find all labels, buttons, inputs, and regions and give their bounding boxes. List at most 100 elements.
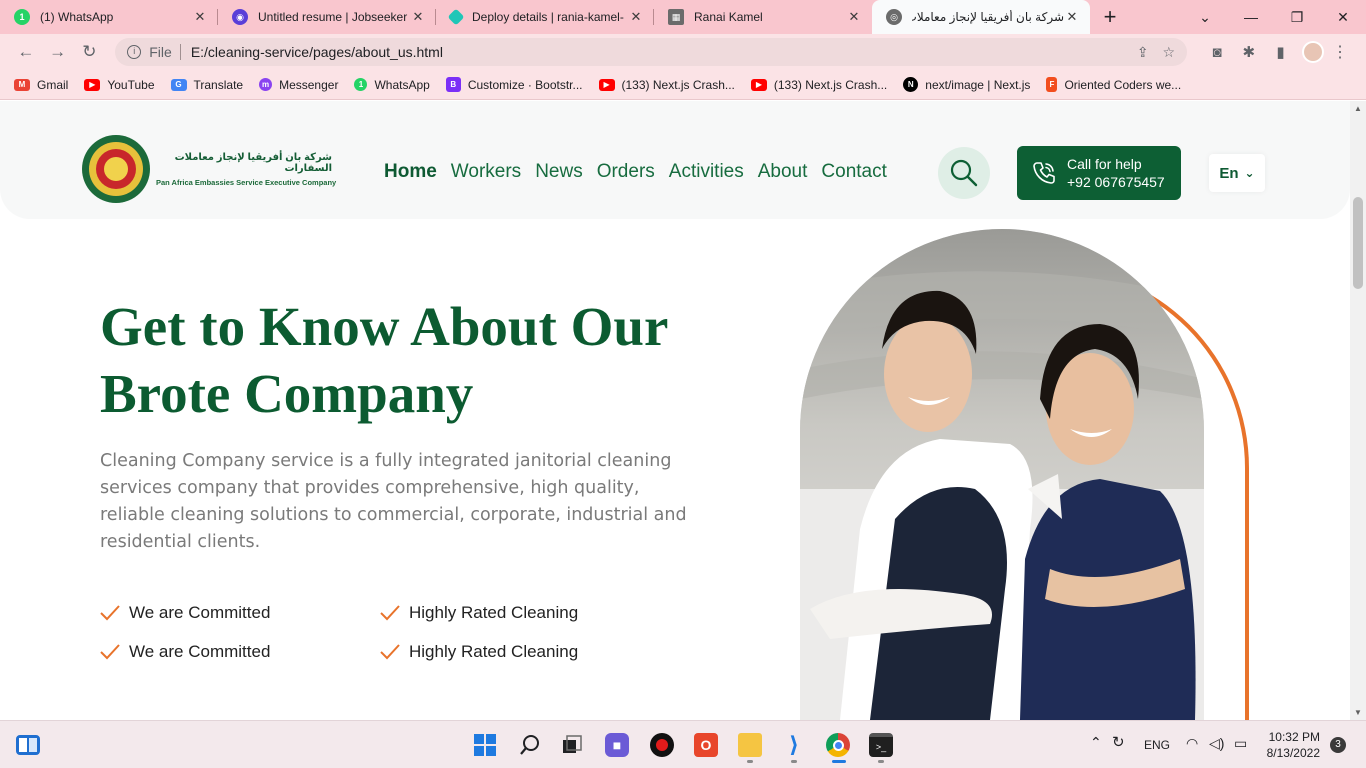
reload-icon[interactable]: ↻ [74,42,106,62]
running-indicator-active [832,760,846,763]
new-tab-button[interactable]: + [1090,4,1130,30]
feature-label: Highly Rated Cleaning [409,602,579,622]
widgets-icon[interactable] [16,735,40,755]
close-tab-icon[interactable]: ✕ [410,9,426,25]
url-divider [179,44,181,60]
bookmark-bootstrap[interactable]: B Customize · Bootstr... [445,77,583,92]
bookmark-label: Translate [193,77,244,92]
hero-title-line-1: Get to Know About Our [100,296,669,357]
vertical-scrollbar[interactable]: ▲ ▼ [1350,101,1366,720]
bookmark-next-image[interactable]: Nnext/image | Next.js [903,77,1030,92]
minimize-button[interactable]: — [1228,9,1274,25]
restore-button[interactable]: ❐ [1274,9,1320,26]
clock-date: 8/13/2022 [1266,746,1320,760]
address-bar[interactable]: i File E:/cleaning-service/pages/about_u… [115,38,1188,66]
bookmark-label: Messenger [279,77,339,92]
office-icon[interactable]: O [694,733,718,757]
tab-title: Untitled resume | Jobseeker [258,10,408,24]
url-text[interactable]: E:/cleaning-service/pages/about_us.html [191,44,1123,60]
notification-badge[interactable]: 3 [1330,737,1346,753]
tab-search-icon[interactable]: ⌄ [1182,9,1228,26]
more-menu-icon[interactable]: ⋮ [1324,42,1356,62]
chevron-up-icon[interactable]: ⌃ [1090,734,1102,751]
bookmark-translate[interactable]: G Translate [170,77,244,92]
bookmark-gmail[interactable]: M Gmail [14,78,68,92]
volume-icon[interactable]: ◁) [1209,735,1224,752]
call-number: +92 067675457 [1067,174,1165,190]
nav-link-workers[interactable]: Workers [451,161,521,183]
hero-photo-cleaners [800,229,1204,720]
hero-title: Get to Know About Our Brote Company [100,293,720,427]
nav-link-news[interactable]: News [535,161,583,183]
close-tab-icon[interactable]: ✕ [846,9,862,25]
wifi-icon[interactable]: ◠ [1186,735,1198,752]
company-logo[interactable]: شركة بان أفريقيا لإنجاز معاملات السفارات… [82,135,336,203]
battery-icon[interactable]: ▭ [1234,735,1247,752]
search-button[interactable] [938,147,990,199]
camera-icon[interactable]: ◙ [1201,44,1233,61]
side-panel-icon[interactable]: ▮ [1265,43,1297,61]
close-tab-icon[interactable]: ✕ [628,9,644,25]
feature-item: Highly Rated Cleaning [380,642,660,662]
terminal-icon[interactable]: >_ [869,733,893,757]
logo-inner [96,149,136,189]
back-arrow-icon[interactable]: ← [10,42,42,62]
bookmark-whatsapp[interactable]: 1 WhatsApp [354,78,430,92]
start-windows-icon[interactable] [473,733,497,757]
bookmark-nextjs-crash-2[interactable]: ▶ (133) Next.js Crash... [750,78,887,92]
tab-netlify[interactable]: Deploy details | rania-kamel- ✕ [436,0,654,34]
tab-whatsapp[interactable]: 1 (1) WhatsApp ✕ [0,0,218,34]
bookmark-messenger[interactable]: m Messenger [259,78,338,92]
messenger-icon: m [259,78,273,91]
profile-avatar[interactable] [1302,41,1325,63]
bookmark-label: Gmail [37,77,69,92]
screen-recorder-icon[interactable] [650,733,674,757]
keyboard-language[interactable]: ENG [1144,738,1170,752]
close-window-button[interactable]: ✕ [1320,9,1366,26]
bookmark-oriented-coders[interactable]: F Oriented Coders we... [1046,77,1181,92]
tab-jobseeker[interactable]: ◉ Untitled resume | Jobseeker ✕ [218,0,436,34]
chrome-icon[interactable] [826,733,850,757]
youtube-icon: ▶ [750,78,767,91]
close-tab-icon[interactable]: ✕ [1064,9,1080,25]
feature-row: We are Committed Highly Rated Cleaning [100,593,660,632]
nextjs-icon: N [903,77,919,92]
scroll-up-arrow-icon[interactable]: ▲ [1354,104,1362,113]
running-indicator [878,760,884,763]
nav-link-activities[interactable]: Activities [669,161,744,183]
windows-taskbar: ■ O ⟩ >_ ⌃ ↻ ENG ◠ ◁) ▭ 10:32 PM 8/13/20… [0,720,1366,768]
share-icon[interactable]: ⇪ [1137,44,1149,61]
bookmark-star-icon[interactable]: ☆ [1163,44,1176,61]
task-view-icon[interactable] [560,733,584,757]
file-explorer-icon[interactable] [738,733,762,757]
checkmark-icon [100,604,120,620]
call-for-help-button[interactable]: Call for help +92 067675457 [1017,146,1181,200]
extensions-puzzle-icon[interactable]: ✱ [1233,43,1265,61]
nav-link-about[interactable]: About [758,161,808,183]
scroll-down-arrow-icon[interactable]: ▼ [1354,708,1362,717]
scrollbar-thumb[interactable] [1353,197,1363,289]
bookmark-youtube[interactable]: ▶ YouTube [84,78,155,92]
language-selector[interactable]: En ⌄ [1209,154,1265,192]
call-text: Call for help +92 067675457 [1067,155,1165,191]
youtube-icon: ▶ [598,78,615,91]
tab-title: شركة بان أفريقيا لإنجاز معاملات [912,10,1064,24]
close-tab-icon[interactable]: ✕ [192,9,208,25]
nav-link-orders[interactable]: Orders [597,161,655,183]
logo-ring [89,142,143,196]
teams-chat-icon[interactable]: ■ [605,733,629,757]
vscode-icon[interactable]: ⟩ [782,732,806,757]
system-clock[interactable]: 10:32 PM 8/13/2022 [1262,729,1320,761]
sync-icon[interactable]: ↻ [1112,733,1125,751]
globe-icon: ◎ [886,9,902,25]
nav-link-contact[interactable]: Contact [821,161,886,183]
tab-ranai-kamel[interactable]: ▦ Ranai Kamel ✕ [654,0,872,34]
bookmark-nextjs-crash-1[interactable]: ▶ (133) Next.js Crash... [598,78,735,92]
search-icon[interactable] [518,733,542,757]
info-icon[interactable]: i [127,45,142,59]
nav-link-home[interactable]: Home [384,161,437,183]
browser-toolbar: ← → ↻ i File E:/cleaning-service/pages/a… [0,34,1366,70]
forward-arrow-icon[interactable]: → [42,42,74,62]
netlify-icon [447,8,465,26]
tab-active-pan-africa[interactable]: ◎ شركة بان أفريقيا لإنجاز معاملات ✕ [872,0,1090,34]
